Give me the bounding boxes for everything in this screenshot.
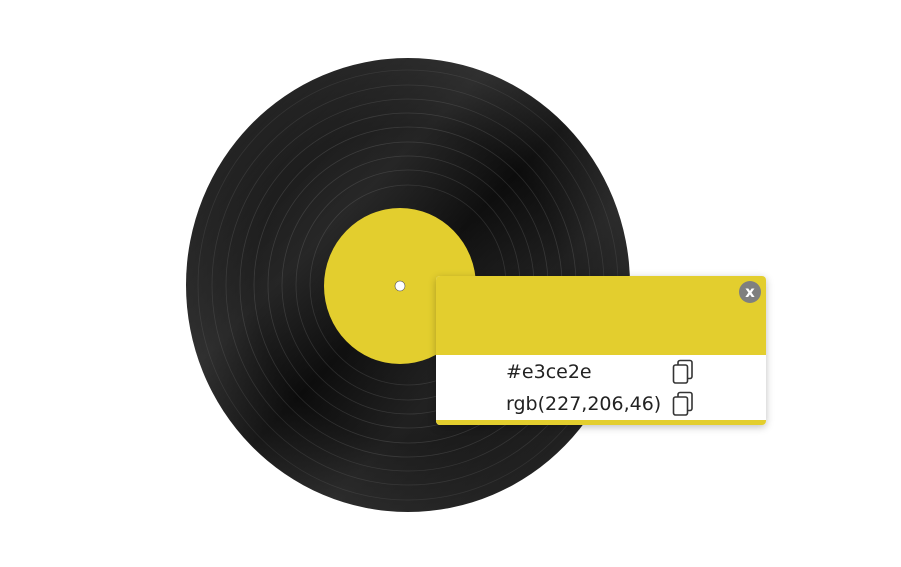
close-button[interactable]: x: [739, 281, 761, 303]
color-swatch: [436, 276, 766, 355]
popup-bottom-bar: [436, 420, 766, 425]
color-info-popup: x #e3ce2e rgb(227,206,46): [436, 276, 766, 425]
hex-value-row: #e3ce2e: [436, 356, 766, 388]
copy-rgb-icon[interactable]: [672, 391, 694, 417]
record-spindle-hole: [394, 280, 406, 292]
copy-hex-icon[interactable]: [672, 359, 694, 385]
page: x #e3ce2e rgb(227,206,46): [0, 0, 901, 567]
rgb-value-row: rgb(227,206,46): [436, 388, 766, 420]
rgb-value: rgb(227,206,46): [506, 393, 662, 415]
hex-value: #e3ce2e: [506, 361, 592, 383]
